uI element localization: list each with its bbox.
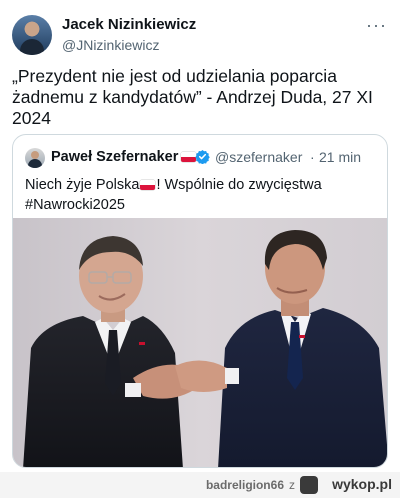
quoted-author-name-row[interactable]: Paweł Szefernaker — [51, 148, 196, 166]
quoted-text-part2: ! Wspólnie do zwycięstwa — [156, 177, 322, 193]
quoted-tweet[interactable]: Paweł Szefernaker @szefernaker · 21 min … — [12, 134, 388, 468]
watermark-username: badreligion66 — [205, 478, 284, 492]
hashtag-link[interactable]: #Nawrocki2025 — [25, 197, 125, 213]
author-display-name[interactable]: Jacek Nizinkiewicz — [62, 16, 196, 34]
author-handle[interactable]: @JNizinkiewicz — [62, 36, 196, 54]
wykop-logo-icon — [300, 476, 318, 494]
tweet-text: „Prezydent nie jest od udzielania poparc… — [12, 66, 373, 128]
author-avatar[interactable] — [12, 15, 52, 55]
quoted-tweet-text: Niech żyje Polska ! Wspólnie do zwycięstw… — [25, 175, 377, 215]
quoted-author-display-name[interactable]: Paweł Szefernaker — [51, 149, 178, 165]
ellipsis-icon[interactable]: ··· — [366, 16, 386, 38]
quoted-tweet-time[interactable]: 21 min — [319, 148, 361, 166]
tweet-card[interactable]: Jacek Nizinkiewicz @JNizinkiewicz ··· „P… — [0, 0, 400, 472]
meta-separator: · — [310, 149, 315, 165]
poland-flag-icon — [140, 180, 155, 190]
quoted-tweet-header: Paweł Szefernaker @szefernaker · 21 min — [25, 147, 377, 168]
quoted-author-avatar[interactable] — [25, 148, 45, 168]
watermark-separator: z — [289, 478, 295, 492]
tweet-photo[interactable] — [13, 218, 387, 467]
tweet-header: Jacek Nizinkiewicz @JNizinkiewicz ··· — [12, 14, 388, 56]
quoted-author-handle[interactable]: @szefernaker — [215, 148, 302, 166]
photo-illustration — [13, 218, 387, 467]
watermark-site: wykop.pl — [332, 476, 392, 492]
verified-badge-icon — [195, 149, 210, 164]
watermark-footer: badreligion66 z wykop.pl — [0, 472, 400, 498]
author-name-block: Jacek Nizinkiewicz @JNizinkiewicz — [62, 16, 196, 54]
quoted-text-part1: Niech żyje Polska — [25, 177, 140, 193]
